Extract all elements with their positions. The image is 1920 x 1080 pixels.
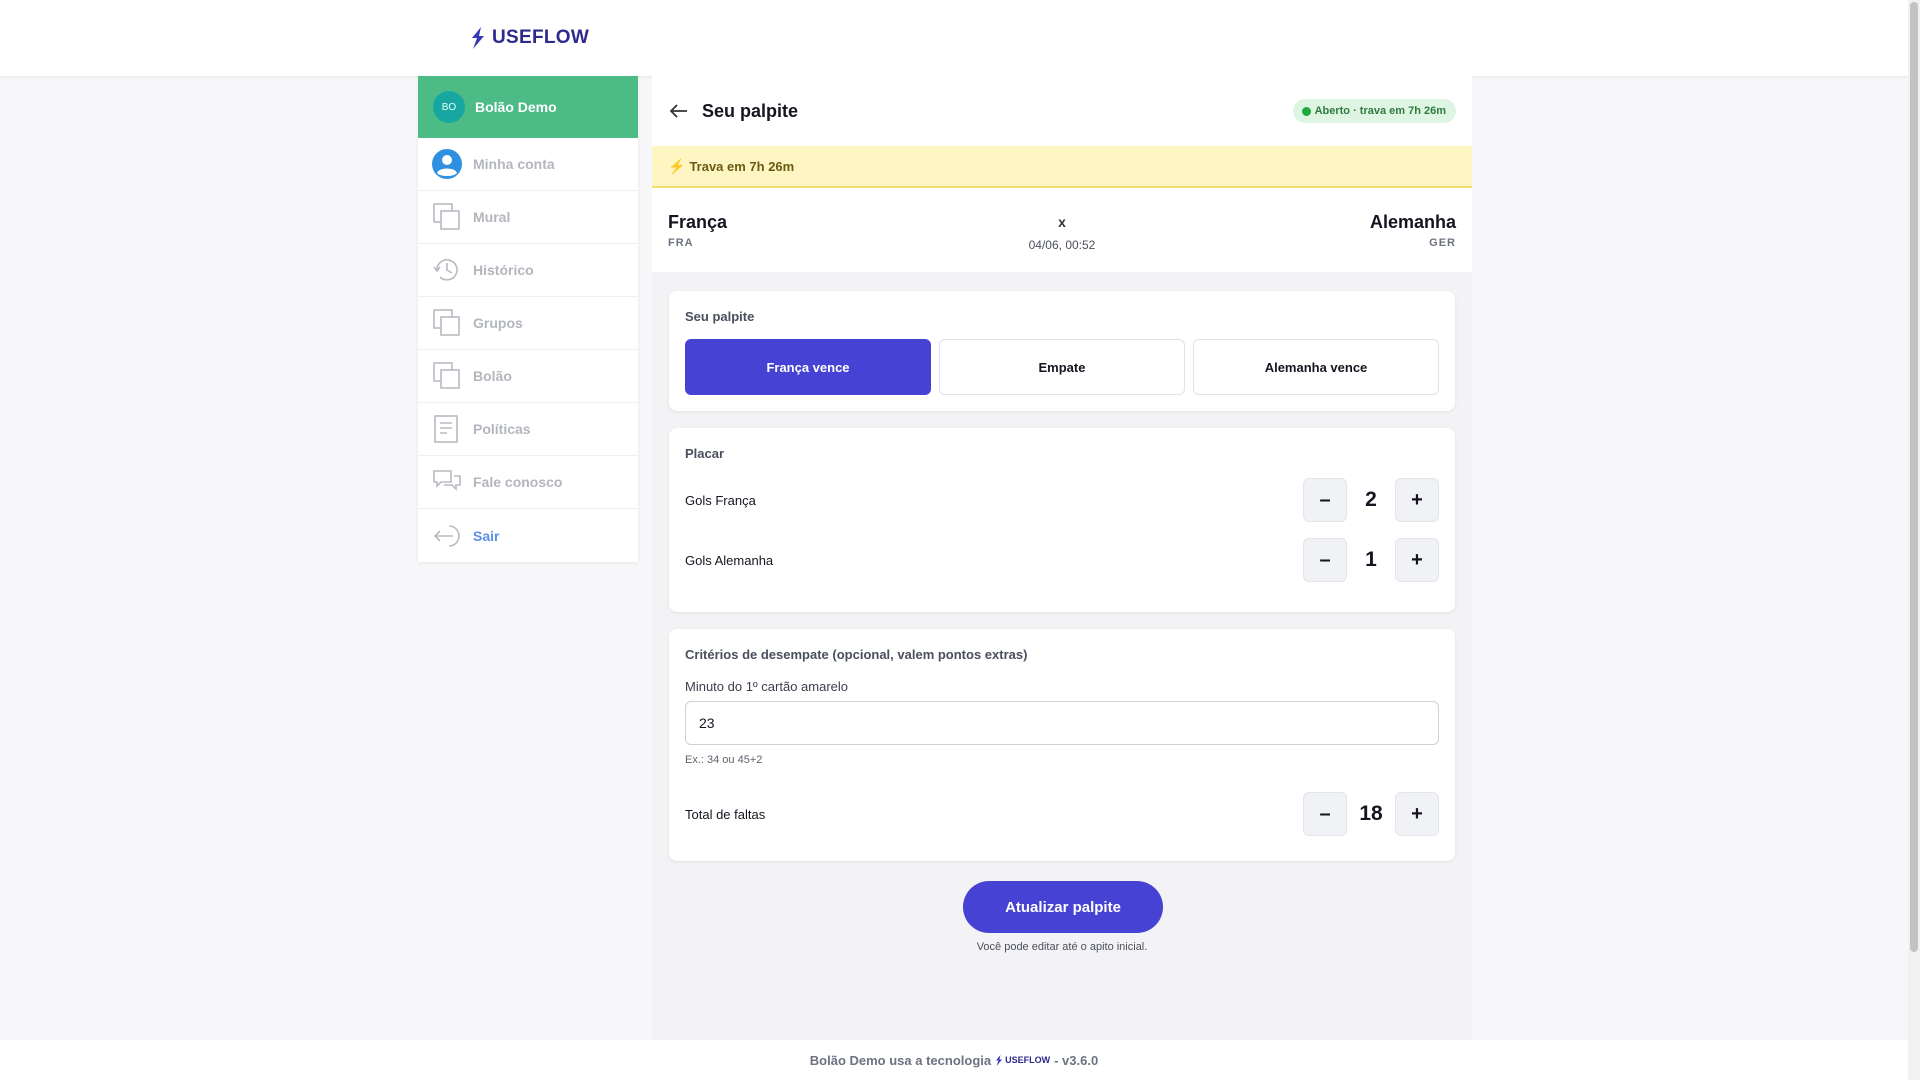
sidebar-item-label: Minha conta: [473, 156, 555, 172]
home-goals-stepper: – 2 +: [1303, 478, 1439, 522]
sidebar-item-politicas[interactable]: Políticas: [418, 403, 638, 456]
page-header: Seu palpite Aberto · trava em 7h 26m: [652, 76, 1472, 146]
fouls-label: Total de faltas: [685, 806, 766, 822]
match-separator: x: [1058, 214, 1066, 230]
sidebar: BO Bolão Demo Minha conta Mural Históric…: [418, 76, 638, 562]
brand-name: USEFLOW: [492, 27, 590, 48]
lightning-icon: ⚡: [668, 157, 686, 174]
footer: Bolão Demo usa a tecnologia USEFLOW - v3…: [0, 1040, 1908, 1080]
pool-avatar: BO: [433, 91, 465, 123]
submit-hint: Você pode editar até o apito inicial.: [976, 941, 1148, 953]
fouls-stepper: – 18 +: [1303, 792, 1439, 836]
lock-notice: ⚡ Trava em 7h 26m: [652, 146, 1472, 188]
away-team-code: GER: [1429, 237, 1456, 249]
useflow-bolt-icon: [472, 27, 484, 49]
top-bar: USEFLOW: [0, 0, 1908, 76]
footer-brand-logo[interactable]: USEFLOW: [995, 1054, 1051, 1066]
sidebar-item-label: Bolão: [473, 368, 512, 384]
logout-icon: [431, 520, 463, 552]
away-goals-stepper: – 1 +: [1303, 538, 1439, 582]
stacked-pages-icon: [431, 201, 463, 233]
away-team: Alemanha GER: [1370, 212, 1456, 249]
away-goals-value: 1: [1365, 548, 1377, 571]
update-prediction-button[interactable]: Atualizar palpite: [963, 881, 1163, 933]
stacked-pages-icon: [431, 307, 463, 339]
pick-away-win-button[interactable]: Alemanha vence: [1193, 339, 1439, 395]
sidebar-item-label: Políticas: [473, 421, 531, 437]
footer-text: Bolão Demo usa a tecnologia: [809, 1052, 992, 1068]
tiebreak-card-title: Critérios de desempate (opcional, valem …: [685, 647, 1028, 662]
chat-bubbles-icon: [431, 466, 463, 498]
fouls-decrement-button[interactable]: –: [1303, 792, 1347, 836]
sidebar-item-sair[interactable]: Sair: [418, 509, 638, 562]
back-arrow-icon[interactable]: [668, 100, 690, 122]
away-goals-decrement-button[interactable]: –: [1303, 538, 1347, 582]
pick-draw-button[interactable]: Empate: [939, 339, 1185, 395]
yellow-card-minute-input[interactable]: [685, 701, 1439, 745]
home-goals-increment-button[interactable]: +: [1395, 478, 1439, 522]
match-header-card: Seu palpite Aberto · trava em 7h 26m ⚡ T…: [652, 76, 1472, 272]
fouls-row: Total de faltas – 18 +: [685, 792, 1439, 836]
sidebar-item-historico[interactable]: Histórico: [418, 244, 638, 297]
page-title: Seu palpite: [702, 100, 799, 121]
sidebar-item-label: Grupos: [473, 315, 523, 331]
tiebreak-card: Critérios de desempate (opcional, valem …: [669, 629, 1455, 861]
footer-version: - v3.6.0: [1054, 1052, 1099, 1068]
sidebar-item-grupos[interactable]: Grupos: [418, 297, 638, 350]
sidebar-item-mural[interactable]: Mural: [418, 191, 638, 244]
match-info: França FRA x 04/06, 00:52 Alemanha GER: [652, 188, 1472, 272]
home-goals-row: Gols França – 2 +: [685, 478, 1439, 522]
status-badge: Aberto · trava em 7h 26m: [1292, 99, 1456, 123]
pick-home-win-button[interactable]: França vence: [685, 339, 931, 395]
page-scrollbar[interactable]: [1908, 0, 1920, 1080]
lock-notice-text: Trava em 7h 26m: [689, 158, 795, 174]
home-goals-value: 2: [1365, 488, 1377, 511]
scrollbar-thumb[interactable]: [1910, 2, 1918, 952]
status-text: Aberto · trava em 7h 26m: [1314, 105, 1446, 117]
sidebar-item-label: Histórico: [473, 262, 534, 278]
fouls-increment-button[interactable]: +: [1395, 792, 1439, 836]
sidebar-header[interactable]: BO Bolão Demo: [418, 76, 638, 138]
fouls-value: 18: [1359, 802, 1383, 825]
away-team-name: Alemanha: [1369, 212, 1456, 232]
sidebar-item-label: Fale conosco: [473, 474, 563, 490]
away-goals-increment-button[interactable]: +: [1395, 538, 1439, 582]
away-goals-row: Gols Alemanha – 1 +: [685, 538, 1439, 582]
footer-brand-name: USEFLOW: [1005, 1055, 1051, 1065]
stacked-pages-icon: [431, 360, 463, 392]
pick-options: França vence Empate Alemanha vence: [685, 339, 1439, 395]
brand-logo[interactable]: USEFLOW: [470, 27, 589, 49]
pick-card: Seu palpite França vence Empate Alemanha…: [669, 291, 1455, 411]
kickoff-time: 04/06, 00:52: [1028, 238, 1096, 252]
away-goals-label: Gols Alemanha: [685, 552, 774, 568]
yellow-card-minute-hint: Ex.: 34 ou 45+2: [685, 754, 763, 766]
status-dot-icon: [1301, 107, 1311, 116]
main-content: Seu palpite Aberto · trava em 7h 26m ⚡ T…: [652, 76, 1472, 1040]
sidebar-item-minha-conta[interactable]: Minha conta: [418, 138, 638, 191]
yellow-card-minute-label: Minuto do 1º cartão amarelo: [685, 679, 849, 694]
useflow-bolt-icon: [996, 1054, 1003, 1066]
home-goals-label: Gols França: [685, 492, 756, 508]
user-avatar-icon: [431, 148, 463, 180]
sidebar-item-label: Mural: [473, 209, 511, 225]
sidebar-item-bolao[interactable]: Bolão: [418, 350, 638, 403]
pool-title: Bolão Demo: [475, 99, 557, 115]
home-goals-decrement-button[interactable]: –: [1303, 478, 1347, 522]
sidebar-item-fale-conosco[interactable]: Fale conosco: [418, 456, 638, 509]
pick-card-title: Seu palpite: [685, 309, 755, 324]
score-card: Placar Gols França – 2 + Gols Alemanha –…: [669, 428, 1455, 612]
score-card-title: Placar: [685, 446, 725, 461]
document-icon: [431, 413, 463, 445]
history-clock-icon: [431, 254, 463, 286]
sidebar-item-label: Sair: [473, 527, 500, 544]
